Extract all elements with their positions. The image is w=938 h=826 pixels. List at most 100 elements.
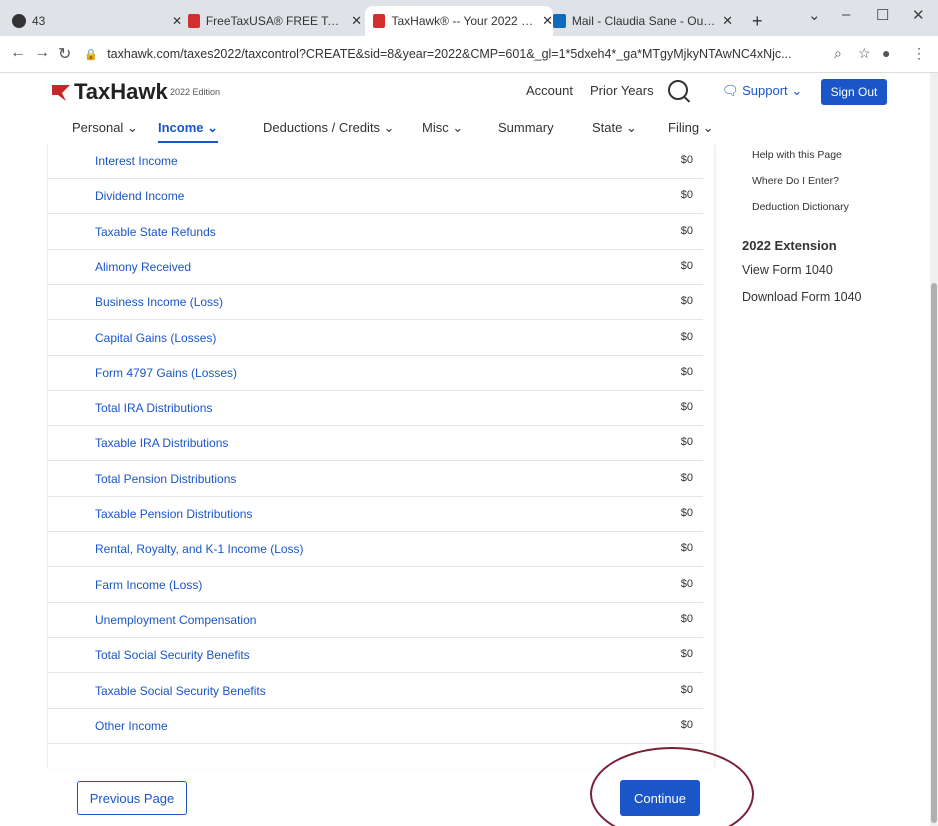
close-icon[interactable]: ✕ [351,13,362,29]
prior-years-link[interactable]: Prior Years [590,83,654,98]
income-row: Total IRA Distributions $0 [47,390,703,427]
income-row-link[interactable]: Total IRA Distributions [95,401,212,415]
main-menu: Personal ⌄ Income ⌄ Deductions / Credits… [0,115,930,144]
income-row-link[interactable]: Rental, Royalty, and K-1 Income (Loss) [95,542,304,556]
browser-tab-strip: 43 ✕ FreeTaxUSA® FREE Tax Filing ✕ TaxHa… [0,0,938,36]
close-icon[interactable]: ✕ [172,14,182,28]
income-row-amount: $0 [680,507,693,519]
income-row-amount: $0 [680,612,693,625]
income-row: Alimony Received $0 [47,249,703,285]
scrollbar-thumb[interactable] [931,283,937,823]
where-do-i-enter-link[interactable]: Where Do I Enter? [752,175,839,187]
income-row: Total Social Security Benefits $0 [47,637,703,674]
tab-taxhawk[interactable]: TaxHawk® -- Your 2022 Incom ✕ [365,6,553,36]
income-row-amount: $0 [680,295,693,308]
income-row-link[interactable]: Form 4797 Gains (Losses) [95,366,237,380]
income-row-link[interactable]: Interest Income [95,154,178,168]
history-icon [12,14,26,28]
tab-freetaxusa[interactable]: ✕ FreeTaxUSA® FREE Tax Filing ✕ [172,6,362,36]
back-icon[interactable]: ← [10,44,26,62]
account-link[interactable]: Account [526,83,573,98]
page-scrollbar[interactable] [930,73,938,826]
income-row-amount: $0 [680,154,693,166]
income-row-amount: $0 [680,330,693,343]
income-row-amount: $0 [680,718,693,731]
hawk-logo-icon [50,81,72,103]
close-window-icon[interactable]: ✕ [912,6,925,24]
menu-personal[interactable]: Personal ⌄ [72,120,138,136]
income-row-amount: $0 [680,189,693,202]
minimize-icon[interactable]: – [842,6,850,23]
zoom-icon[interactable]: ⌕ [834,45,842,62]
search-icon[interactable] [668,80,688,100]
income-row-link[interactable]: Business Income (Loss) [95,295,223,309]
help-link[interactable]: Help with this Page [752,149,842,161]
maximize-icon[interactable]: ☐ [876,6,889,24]
income-row-link[interactable]: Farm Income (Loss) [95,578,202,592]
menu-deductions-credits[interactable]: Deductions / Credits ⌄ [263,120,395,136]
income-row: Taxable State Refunds $0 [47,214,703,250]
income-row-link[interactable]: Taxable Pension Distributions [95,507,252,521]
star-icon[interactable]: ☆ [858,45,871,62]
income-row: Taxable Pension Distributions $0 [47,496,703,532]
new-tab-button[interactable]: + [752,6,772,36]
income-row-link[interactable]: Total Pension Distributions [95,472,236,486]
income-row-link[interactable]: Taxable Social Security Benefits [95,684,266,698]
continue-button[interactable]: Continue [620,780,700,816]
income-row: Farm Income (Loss) $0 [47,567,703,603]
address-bar: ← → ↻ 🔒 taxhawk.com/taxes2022/taxcontrol… [0,36,938,73]
taxhawk-logo[interactable]: TaxHawk [50,79,168,105]
income-row-link[interactable]: Unemployment Compensation [95,613,256,627]
chat-icon: 🗨 [722,83,739,98]
income-row: Business Income (Loss) $0 [47,284,703,321]
income-row: Taxable Social Security Benefits $0 [47,673,703,709]
sign-out-button[interactable]: Sign Out [821,79,887,105]
income-row-link[interactable]: Taxable State Refunds [95,225,216,239]
previous-page-button[interactable]: Previous Page [77,781,187,815]
lock-icon: 🔒 [84,49,98,61]
tab-outlook[interactable]: Mail - Claudia Sane - Outlook ✕ [553,6,733,36]
income-row-amount: $0 [680,648,693,661]
income-row-link[interactable]: Capital Gains (Losses) [95,331,216,345]
deduction-dictionary-link[interactable]: Deduction Dictionary [752,201,849,213]
income-row-link[interactable]: Dividend Income [95,189,184,203]
income-row-amount: $0 [680,224,693,237]
income-row: Interest Income $0 [47,143,703,179]
income-row-link[interactable]: Alimony Received [95,260,191,274]
income-row-amount: $0 [680,401,693,414]
reload-icon[interactable]: ↻ [58,44,71,64]
income-row-amount: $0 [680,471,693,484]
income-row: Total Pension Distributions $0 [47,461,703,497]
download-form-1040-link[interactable]: Download Form 1040 [742,290,862,304]
menu-state[interactable]: State ⌄ [592,120,637,136]
income-row-amount: $0 [680,365,693,378]
tab-history[interactable]: 43 [12,6,72,36]
menu-summary[interactable]: Summary [498,120,554,135]
income-row-link[interactable]: Total Social Security Benefits [95,648,250,662]
chevron-down-icon[interactable]: ⌄ [808,6,821,24]
forward-icon[interactable]: → [34,44,50,62]
income-row: Unemployment Compensation $0 [47,602,703,638]
chevron-down-icon: ⌄ [791,83,803,98]
income-row-link[interactable]: Other Income [95,719,168,733]
view-form-1040-link[interactable]: View Form 1040 [742,263,833,277]
menu-income[interactable]: Income ⌄ [158,120,219,143]
close-icon[interactable]: ✕ [542,13,553,29]
menu-filing[interactable]: Filing ⌄ [668,120,714,136]
more-icon[interactable]: ⋮ [912,45,926,62]
income-row: Form 4797 Gains (Losses) $0 [47,355,703,391]
income-row-amount: $0 [680,683,693,696]
taxhawk-icon [373,14,386,28]
income-row-amount: $0 [680,542,693,555]
main-content: Interest Income $0 Dividend Income $0 Taxabl… [0,143,930,826]
income-row: Other Income $0 [47,708,703,744]
menu-misc[interactable]: Misc ⌄ [422,120,463,136]
profile-icon[interactable]: ● [882,45,890,61]
extension-heading: 2022 Extension [742,238,837,253]
freetaxusa-icon [188,14,200,28]
url-field[interactable]: 🔒 taxhawk.com/taxes2022/taxcontrol?CREAT… [84,42,826,66]
income-row-link[interactable]: Taxable IRA Distributions [95,436,228,450]
site-header: TaxHawk 2022 Edition Account Prior Years… [0,73,930,115]
close-icon[interactable]: ✕ [722,13,733,29]
support-menu[interactable]: 🗨 Support ⌄ [722,83,802,99]
